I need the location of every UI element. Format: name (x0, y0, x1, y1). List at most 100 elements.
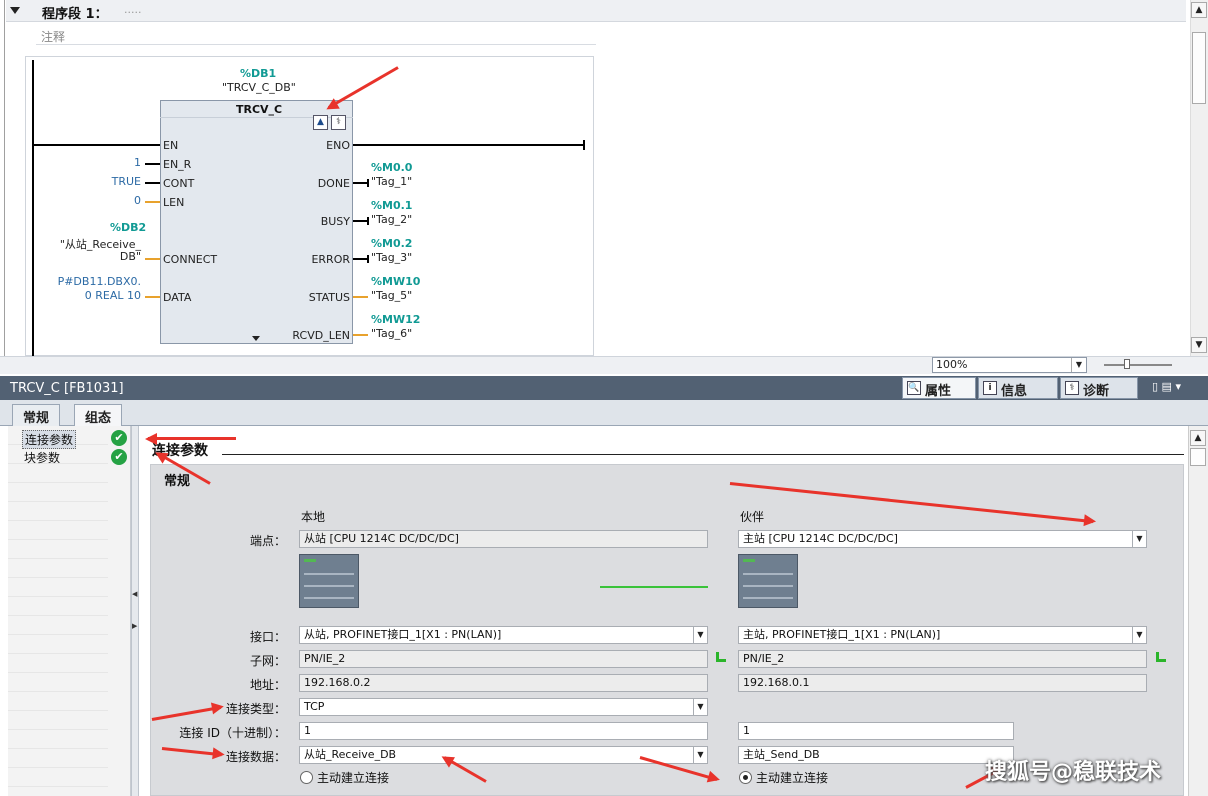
right-rail-end (583, 140, 585, 150)
wire-en-r (145, 163, 160, 165)
tab-configuration[interactable]: 组态 (74, 404, 123, 427)
tab-properties-label: 属性 (925, 384, 952, 399)
input-value-cont[interactable]: TRUE (100, 175, 141, 188)
dropdown-arrow-icon[interactable]: ▼ (1132, 531, 1146, 547)
instance-db-addr: %DB1 (240, 67, 277, 80)
local-connection-data-select[interactable]: 从站_Receive_DB (299, 746, 708, 764)
dropdown-arrow-icon[interactable]: ▼ (693, 627, 707, 643)
ok-check-icon: ✔ (111, 449, 127, 465)
scroll-down-icon[interactable]: ▼ (1191, 337, 1207, 353)
partner-cpu-image (738, 554, 798, 608)
partner-connection-data-select[interactable]: 主站_Send_DB (738, 746, 1014, 764)
output-tag-done[interactable]: "Tag_1" (371, 175, 412, 188)
label-connection-data: 连接数据： (225, 750, 286, 764)
partner-subnet-field: PN/IE_2 (738, 650, 1147, 668)
pin-done: DONE (317, 177, 350, 190)
pin-en: EN (163, 139, 179, 152)
label-interface: 接口： (249, 630, 286, 644)
partner-address-field: 192.168.0.1 (738, 674, 1147, 692)
label-endpoint: 端点： (249, 534, 286, 548)
local-subnet-field: PN/IE_2 (299, 650, 708, 668)
output-tag-status[interactable]: "Tag_5" (371, 289, 412, 302)
connection-line (600, 586, 708, 588)
function-block-type: TRCV_C (236, 103, 283, 116)
partner-endpoint-select[interactable]: 主站 [CPU 1214C DC/DC/DC] (738, 530, 1147, 548)
comment-label[interactable]: 注释 (41, 28, 65, 45)
pin-cont: CONT (163, 177, 195, 190)
dropdown-arrow-icon[interactable]: ▼ (1132, 627, 1146, 643)
input-value-data-1[interactable]: P#DB11.DBX0. (40, 275, 141, 288)
tab-info[interactable]: i 信息 (978, 377, 1058, 399)
wire-len (145, 201, 160, 203)
partner-interface-select[interactable]: 主站, PROFINET接口_1[X1 : PN(LAN)] (738, 626, 1147, 644)
section-divider (222, 454, 1184, 455)
block-config-icon[interactable]: ▲ (313, 115, 328, 130)
wire-data (145, 296, 160, 298)
wire-done (353, 182, 368, 184)
scroll-thumb[interactable] (1190, 448, 1206, 466)
input-value-en-r[interactable]: 1 (100, 156, 141, 169)
zoom-slider[interactable] (1104, 364, 1172, 366)
network-title-placeholder[interactable]: ..... (124, 3, 141, 16)
network-icon (1156, 652, 1166, 662)
local-interface-select[interactable]: 从站, PROFINET接口_1[X1 : PN(LAN)] (299, 626, 708, 644)
dropdown-arrow-icon[interactable]: ▼ (693, 699, 707, 715)
scroll-up-icon[interactable]: ▲ (1190, 430, 1206, 446)
dropdown-arrow-icon[interactable]: ▼ (693, 747, 707, 763)
local-active-connection-radio[interactable] (300, 771, 313, 784)
connection-type-select[interactable]: TCP (299, 698, 708, 716)
scroll-up-icon[interactable]: ▲ (1191, 2, 1207, 18)
ok-check-icon: ✔ (111, 430, 127, 446)
coil-done (367, 179, 369, 187)
partner-active-connection-label[interactable]: 主动建立连接 (756, 769, 828, 786)
zoom-slider-handle[interactable] (1124, 359, 1130, 369)
output-tag-rcvd-len[interactable]: "Tag_6" (371, 327, 412, 340)
local-cpu-image (299, 554, 359, 608)
zoom-dropdown-icon[interactable]: ▼ (1071, 358, 1086, 372)
output-tag-busy[interactable]: "Tag_2" (371, 213, 412, 226)
output-addr-error: %M0.2 (371, 237, 413, 250)
pin-connect: CONNECT (163, 253, 218, 266)
window-controls[interactable]: ▯ ▤ ▾ (1152, 380, 1181, 393)
output-addr-rcvd-len: %MW12 (371, 313, 421, 326)
tab-info-label: 信息 (1001, 384, 1028, 399)
collapse-icon[interactable] (10, 7, 20, 14)
output-tag-error[interactable]: "Tag_3" (371, 251, 412, 264)
column-partner: 伙伴 (740, 510, 765, 524)
partner-active-connection-radio[interactable] (739, 771, 752, 784)
wire-status (353, 296, 368, 298)
input-value-len[interactable]: 0 (100, 194, 141, 207)
tab-properties[interactable]: 🔍 属性 (902, 377, 976, 399)
tab-general[interactable]: 常规 (12, 404, 61, 426)
coil-busy (367, 217, 369, 225)
editor-left-border (4, 0, 5, 374)
zoom-select[interactable]: 100% (932, 357, 1087, 373)
network-header[interactable] (6, 0, 1186, 22)
local-connection-id-input[interactable]: 1 (299, 722, 708, 740)
instance-db-name[interactable]: "TRCV_C_DB" (222, 81, 296, 94)
inspector-tabs-row (0, 400, 1208, 426)
input-addr-connect: %DB2 (110, 221, 147, 234)
inspector-title: TRCV_C [FB1031] (10, 381, 124, 396)
output-addr-done: %M0.0 (371, 161, 413, 174)
partner-connection-id-input[interactable]: 1 (738, 722, 1014, 740)
tree-item-connection-params[interactable]: 连接参数 (22, 430, 77, 449)
pin-busy: BUSY (320, 215, 350, 228)
expand-block-icon[interactable] (252, 336, 260, 341)
local-active-connection-label[interactable]: 主动建立连接 (317, 769, 389, 786)
power-line-eno (353, 144, 585, 146)
block-diagnostics-icon[interactable]: ⚕ (331, 115, 346, 130)
local-address-field: 192.168.0.2 (299, 674, 708, 692)
pin-status: STATUS (308, 291, 350, 304)
network-title[interactable]: 程序段 1： (42, 3, 108, 22)
inspector-scrollbar[interactable] (1188, 426, 1208, 796)
scroll-thumb[interactable] (1192, 32, 1206, 104)
annotation-arrow (148, 437, 236, 440)
network-comment[interactable] (36, 25, 596, 45)
input-value-data-2[interactable]: 0 REAL 10 (40, 289, 141, 302)
collapse-left-icon[interactable]: ◀ (132, 590, 138, 598)
tree-item-block-params[interactable]: 块参数 (22, 449, 62, 466)
group-title: 常规 (164, 474, 191, 489)
tab-diagnostics[interactable]: ⚕ 诊断 (1060, 377, 1138, 399)
input-value-connect-2[interactable]: DB" (40, 250, 141, 263)
